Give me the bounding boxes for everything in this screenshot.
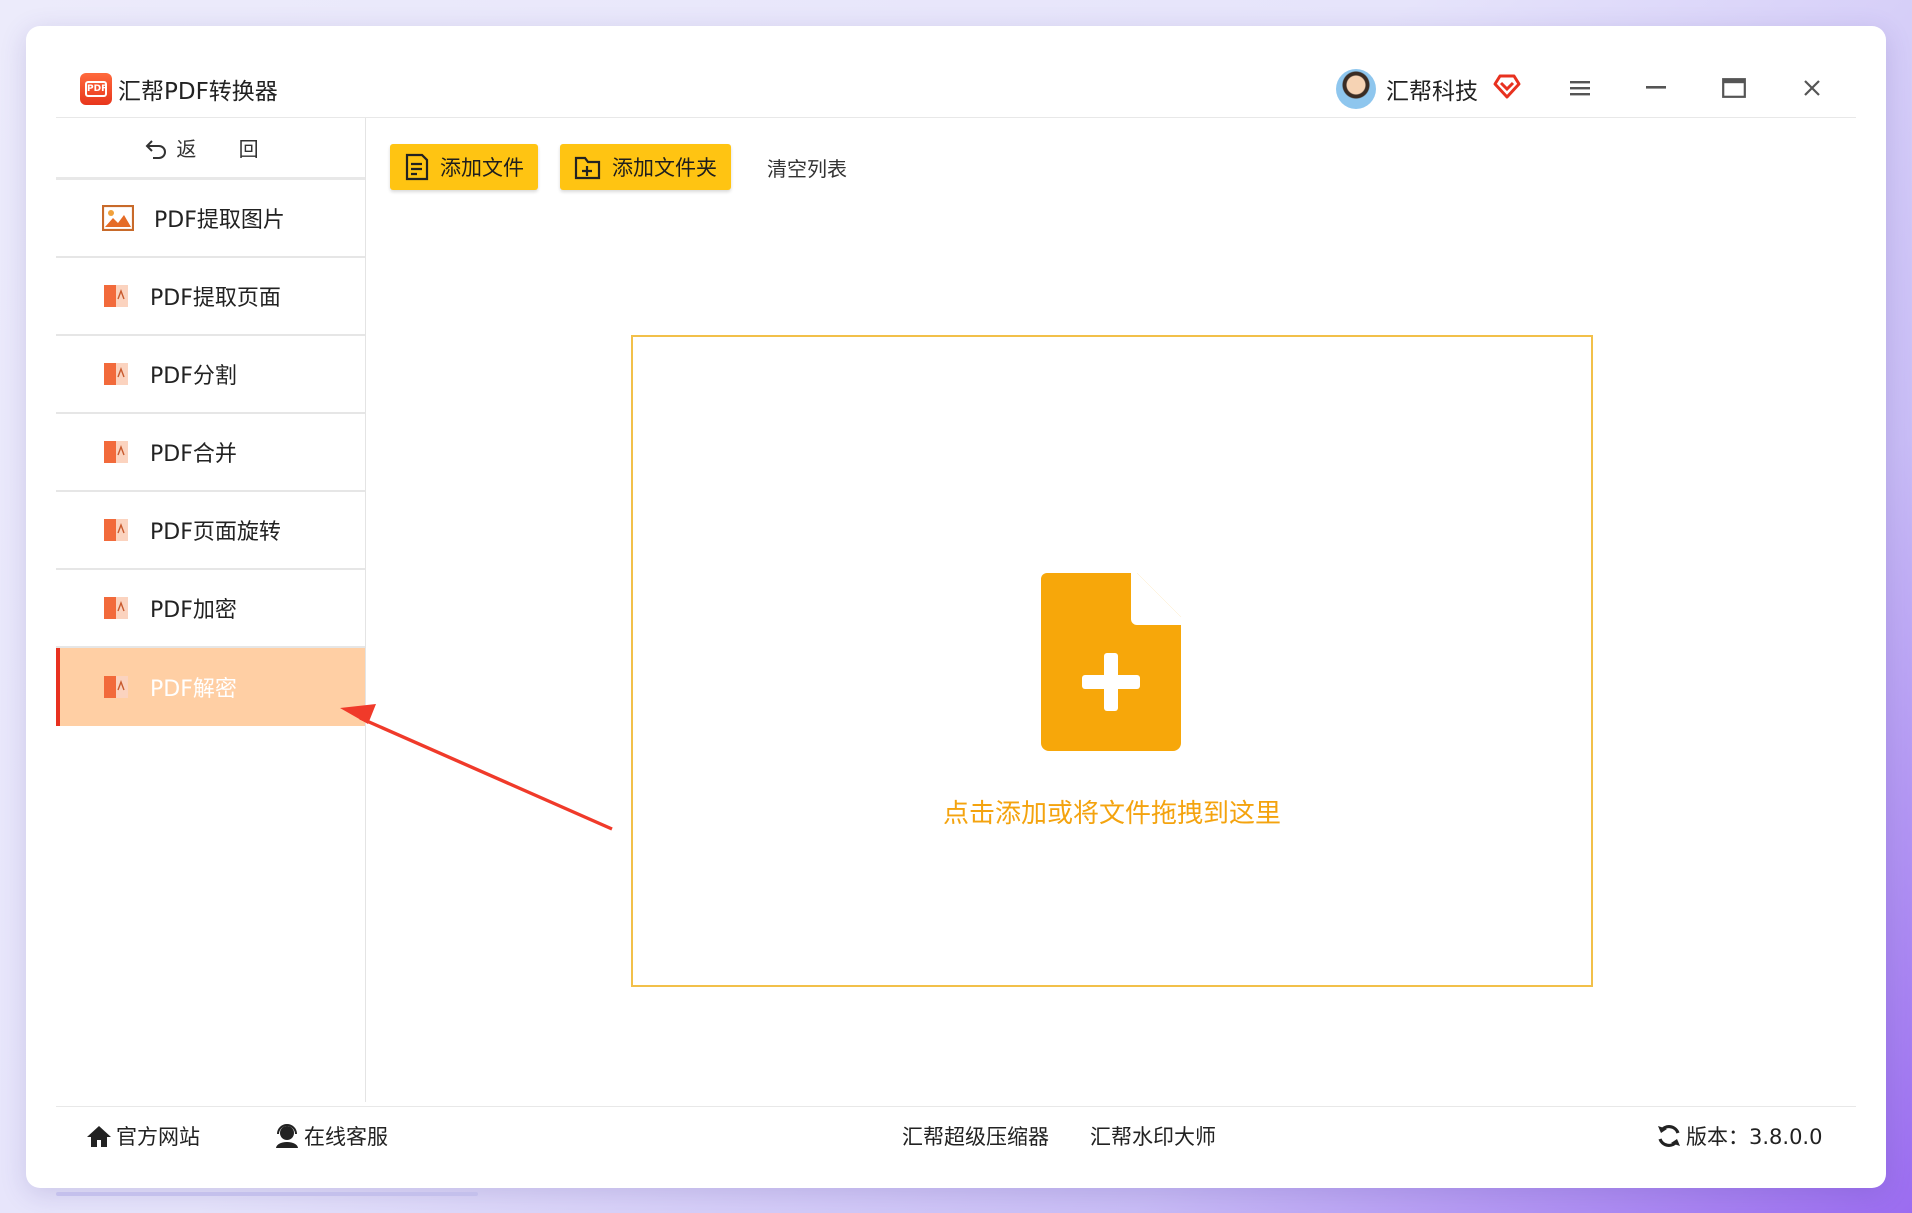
official-site-label: 官方网站 <box>116 1125 200 1149</box>
pdf-file-icon <box>104 519 128 541</box>
back-button[interactable]: 返 回 <box>56 118 365 180</box>
version-info[interactable]: 版本：3.8.0.0 <box>1656 1121 1822 1151</box>
pdf-file-icon <box>104 285 128 307</box>
customer-service-icon <box>276 1124 298 1148</box>
user-name[interactable]: 汇帮科技 <box>1386 72 1478 106</box>
scroll-indicator <box>56 1192 478 1196</box>
pdf-file-icon <box>104 676 128 698</box>
pdf-file-icon <box>104 597 128 619</box>
menu-button[interactable] <box>1562 70 1598 106</box>
title-bar: PDF 汇帮PDF转换器 汇帮科技 <box>56 56 1856 118</box>
drop-hint-text: 点击添加或将文件拖拽到这里 <box>942 799 1281 829</box>
sidebar-item-merge[interactable]: PDF合并 <box>56 414 365 492</box>
close-button[interactable] <box>1794 70 1830 106</box>
sidebar-item-extract-images[interactable]: PDF提取图片 <box>56 180 365 258</box>
toolbar: 添加文件 添加文件夹 清空列表 <box>390 144 847 190</box>
menu-icon <box>1570 81 1590 96</box>
sidebar-item-label: PDF页面旋转 <box>150 520 281 545</box>
maximize-button[interactable] <box>1716 70 1752 106</box>
official-site-link[interactable]: 官方网站 <box>86 1121 200 1151</box>
minimize-button[interactable] <box>1638 70 1674 106</box>
watermark-link[interactable]: 汇帮水印大师 <box>1090 1121 1216 1151</box>
home-icon <box>87 1126 111 1147</box>
add-folder-button[interactable]: 添加文件夹 <box>560 144 731 190</box>
pdf-file-icon <box>104 441 128 463</box>
sidebar-item-label: PDF提取图片 <box>154 208 285 233</box>
online-service-link[interactable]: 在线客服 <box>274 1121 388 1151</box>
sidebar-item-encrypt[interactable]: PDF加密 <box>56 570 365 648</box>
add-file-icon <box>405 153 429 181</box>
pdf-logo-icon: PDF <box>80 73 112 105</box>
sidebar-item-label: PDF合并 <box>150 442 237 467</box>
back-arrow-icon <box>145 139 167 159</box>
app-title: 汇帮PDF转换器 <box>118 79 278 105</box>
add-file-icon <box>1041 573 1181 751</box>
sidebar-item-split[interactable]: PDF分割 <box>56 336 365 414</box>
add-folder-icon <box>574 156 601 180</box>
add-file-label: 添加文件 <box>440 156 524 180</box>
sidebar: 返 回 PDF提取图片 PDF提取页面 PDF分割 PDF合并 PDF页面旋转 … <box>56 118 366 1102</box>
sidebar-item-label: PDF提取页面 <box>150 286 281 311</box>
avatar[interactable] <box>1336 69 1376 109</box>
sidebar-item-label: PDF解密 <box>150 677 237 702</box>
minimize-icon <box>1646 86 1666 89</box>
sidebar-item-label: PDF加密 <box>150 598 237 623</box>
sidebar-item-rotate[interactable]: PDF页面旋转 <box>56 492 365 570</box>
file-drop-zone[interactable]: 点击添加或将文件拖拽到这里 <box>631 335 1593 987</box>
version-label: 版本：3.8.0.0 <box>1686 1125 1823 1149</box>
maximize-icon <box>1722 78 1746 98</box>
pdf-file-icon <box>104 363 128 385</box>
back-label: 返 回 <box>176 137 277 161</box>
refresh-icon <box>1658 1125 1680 1147</box>
clear-list-button[interactable]: 清空列表 <box>767 153 847 182</box>
compressor-link[interactable]: 汇帮超级压缩器 <box>902 1121 1049 1151</box>
add-folder-label: 添加文件夹 <box>612 156 717 180</box>
close-icon <box>1804 80 1820 96</box>
sidebar-item-extract-pages[interactable]: PDF提取页面 <box>56 258 365 336</box>
image-icon <box>102 205 134 231</box>
footer-bar: 官方网站 在线客服 汇帮超级压缩器 汇帮水印大师 版本：3.8.0.0 <box>56 1106 1856 1160</box>
vip-heart-icon[interactable] <box>1492 72 1522 100</box>
app-window: PDF 汇帮PDF转换器 汇帮科技 返 回 PDF提取图片 PDF提取页面 PD… <box>56 56 1856 1160</box>
sidebar-item-label: PDF分割 <box>150 364 237 389</box>
add-file-button[interactable]: 添加文件 <box>390 144 538 190</box>
online-service-label: 在线客服 <box>304 1125 388 1149</box>
sidebar-item-decrypt[interactable]: PDF解密 <box>56 648 365 726</box>
